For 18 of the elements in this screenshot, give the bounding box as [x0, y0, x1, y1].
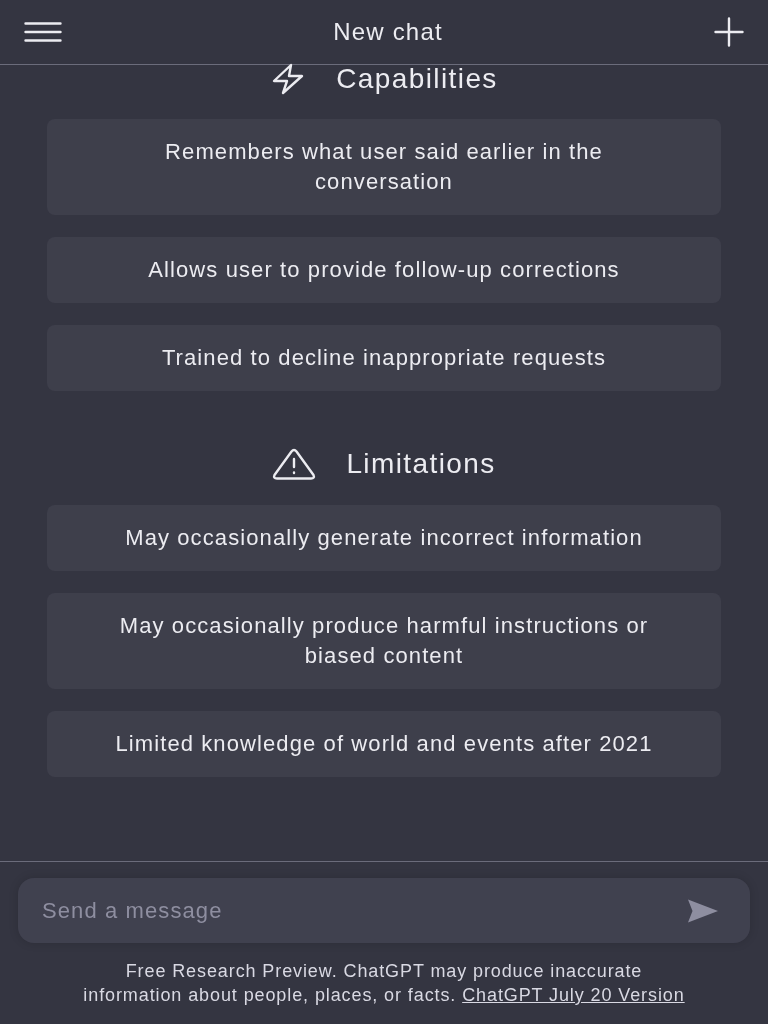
menu-button[interactable]	[24, 22, 62, 42]
window-title: New chat	[333, 17, 443, 47]
send-icon	[687, 898, 719, 924]
section-heading: Capabilities	[336, 65, 498, 93]
info-card: Limited knowledge of world and events after 2021	[47, 711, 721, 777]
info-card: May occasionally produce harmful instructions or biased content	[47, 593, 721, 689]
version-link[interactable]: ChatGPT July 20 Version	[462, 985, 685, 1005]
info-card: Allows user to provide follow-up corrections	[47, 237, 721, 303]
section-heading: Limitations	[346, 450, 496, 478]
new-chat-button[interactable]	[714, 17, 744, 47]
menu-icon	[24, 22, 62, 42]
warning-icon	[272, 448, 317, 480]
plus-icon	[714, 17, 744, 47]
info-card: Trained to decline inappropriate requests	[47, 325, 721, 391]
info-card: Remembers what user said earlier in the conversation	[47, 119, 721, 215]
message-input[interactable]: Send a message	[18, 878, 750, 943]
info-card: May occasionally generate incorrect information	[47, 505, 721, 571]
disclaimer-text: Free Research Preview. ChatGPT may produce inaccurate information about people, places, or facts. ChatGPT July 20 Version	[82, 960, 686, 1007]
